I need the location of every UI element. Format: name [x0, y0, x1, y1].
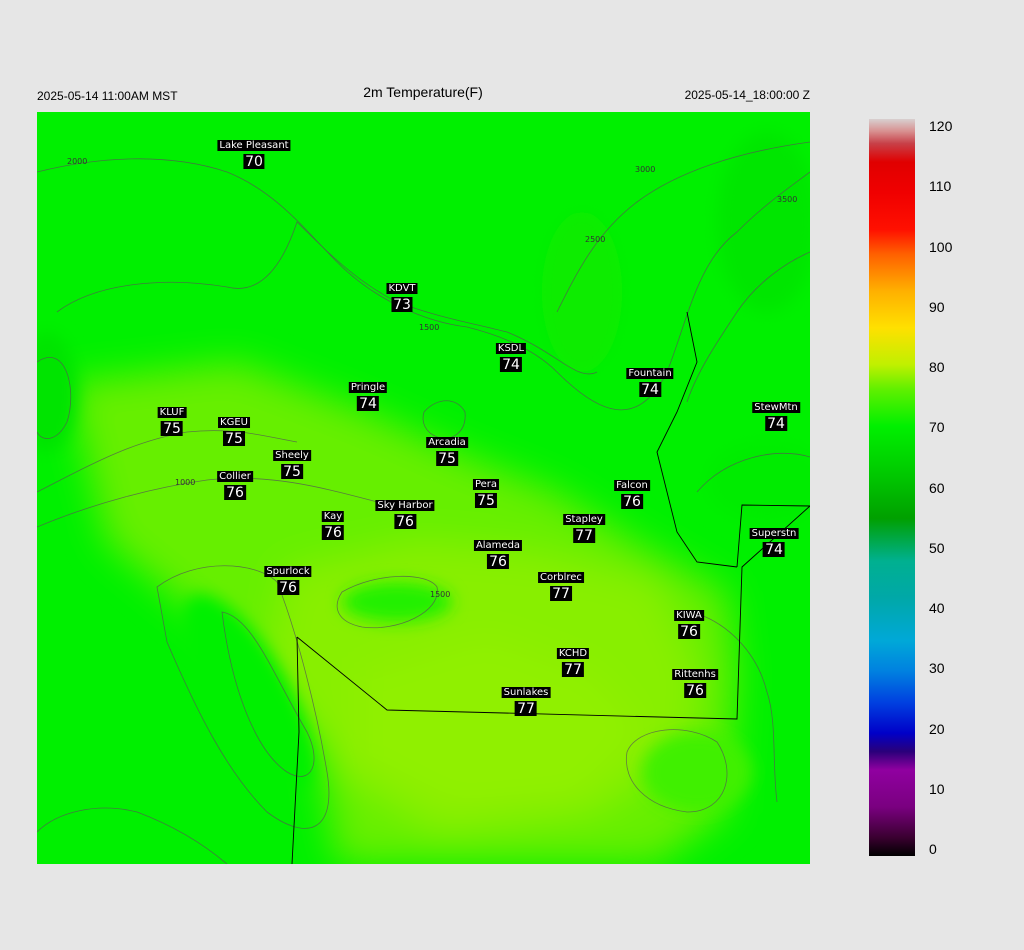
station-marker: Alameda 76 [473, 540, 523, 570]
station-marker: Stapley 77 [563, 514, 605, 543]
station-temp: 76 [684, 683, 706, 699]
contour-label: 1000 [175, 478, 195, 487]
station-name: Lake Pleasant [217, 140, 291, 151]
station-name: Alameda [473, 540, 523, 551]
station-marker: Lake Pleasant 70 [217, 140, 291, 170]
contour-label: 3000 [635, 165, 655, 174]
station-marker: Spurlock 76 [264, 566, 312, 596]
station-temp: 75 [475, 493, 497, 509]
temperature-map[interactable]: 2000 3000 2500 3500 1500 1000 1500 Lake … [37, 112, 810, 864]
station-name: Arcadia [426, 437, 468, 448]
station-temp: 77 [515, 701, 537, 717]
station-marker: Sheely 75 [273, 450, 311, 479]
station-marker: KCHD 77 [556, 648, 590, 678]
station-marker: Pera 75 [472, 479, 500, 509]
station-name: KIWA [674, 610, 704, 621]
station-temp: 70 [243, 154, 265, 170]
station-name: Collier [217, 471, 253, 482]
station-temp: 74 [639, 382, 661, 398]
station-temp: 77 [573, 528, 595, 544]
station-marker: Pringle 74 [348, 382, 388, 412]
station-temp: 75 [161, 421, 183, 437]
station-marker: Superstn 74 [749, 528, 799, 558]
station-temp: 74 [357, 396, 379, 412]
station-temp: 76 [277, 580, 299, 596]
station-marker: Kay 76 [321, 511, 345, 541]
station-temp: 76 [322, 525, 344, 541]
station-name: Stapley [563, 514, 605, 525]
station-marker: KSDL 74 [495, 343, 527, 373]
station-temp: 74 [763, 542, 785, 558]
station-name: Pera [472, 479, 500, 490]
colorbar-tick-label: 70 [929, 419, 945, 436]
station-temp: 76 [678, 624, 700, 640]
station-name: Corblrec [538, 572, 584, 583]
station-temp: 77 [550, 586, 572, 602]
station-marker: KDVT 73 [386, 283, 418, 313]
station-marker: Corblrec 77 [538, 572, 584, 601]
valid-time: 2025-05-14_18:00:00 Z [684, 88, 810, 102]
colorbar-tick-label: 20 [929, 720, 945, 737]
station-temp: 76 [621, 494, 643, 510]
station-name: Sky Harbor [375, 500, 435, 511]
colorbar-tick-label: 80 [929, 359, 945, 375]
map-field: 2000 3000 2500 3500 1500 1000 1500 [37, 112, 810, 864]
station-temp: 76 [224, 485, 246, 501]
station-name: KLUF [157, 407, 187, 418]
station-name: KGEU [218, 417, 250, 428]
station-temp: 75 [281, 464, 303, 480]
station-temp: 74 [765, 416, 787, 432]
colorbar-tick-label: 60 [929, 479, 945, 496]
colorbar-tick-label: 50 [929, 539, 945, 556]
station-name: Spurlock [264, 566, 312, 577]
station-name: KCHD [556, 648, 590, 659]
contour-label: 2500 [585, 235, 605, 244]
station-marker: StewMtn 74 [752, 402, 800, 431]
colorbar-tick-label: 40 [929, 600, 945, 616]
station-name: Pringle [348, 382, 388, 393]
station-name: Sunlakes [501, 687, 551, 698]
station-name: Superstn [749, 528, 799, 539]
station-marker: Sky Harbor 76 [375, 500, 435, 530]
station-marker: KGEU 75 [218, 417, 250, 446]
colorbar-tick-label: 30 [929, 660, 945, 677]
station-name: Sheely [273, 450, 311, 461]
contour-label: 1500 [430, 590, 450, 599]
station-temp: 77 [562, 662, 584, 678]
station-marker: Arcadia 75 [426, 437, 468, 466]
station-name: StewMtn [752, 402, 800, 413]
station-marker: Sunlakes 77 [501, 687, 551, 717]
colorbar-tick-label: 0 [929, 841, 937, 857]
contour-label: 3500 [777, 195, 797, 204]
station-temp: 74 [500, 357, 522, 373]
station-temp: 76 [394, 514, 416, 530]
station-marker: Collier 76 [217, 471, 253, 500]
station-name: Kay [321, 511, 345, 522]
station-marker: Rittenhs 76 [672, 669, 718, 698]
station-name: Rittenhs [672, 669, 718, 680]
station-temp: 73 [391, 297, 413, 313]
station-marker: KLUF 75 [157, 407, 187, 437]
station-marker: Falcon 76 [614, 480, 650, 509]
contour-label: 2000 [67, 157, 87, 166]
colorbar-tick-label: 90 [929, 298, 945, 315]
station-temp: 75 [436, 451, 458, 467]
station-marker: Fountain 74 [626, 368, 674, 398]
contour-label: 1500 [419, 323, 439, 332]
colorbar-tick-label: 100 [929, 238, 953, 255]
station-name: KDVT [386, 283, 418, 294]
station-name: Fountain [626, 368, 674, 379]
station-temp: 76 [487, 554, 509, 570]
colorbar-tick-label: 10 [929, 780, 945, 797]
colorbar-tick-label: 110 [929, 178, 952, 195]
station-marker: KIWA 76 [674, 610, 704, 639]
colorbar-tick-label: 120 [929, 118, 953, 134]
temperature-colorbar [869, 119, 915, 856]
station-name: KSDL [495, 343, 527, 354]
station-temp: 75 [223, 431, 245, 447]
station-name: Falcon [614, 480, 650, 491]
